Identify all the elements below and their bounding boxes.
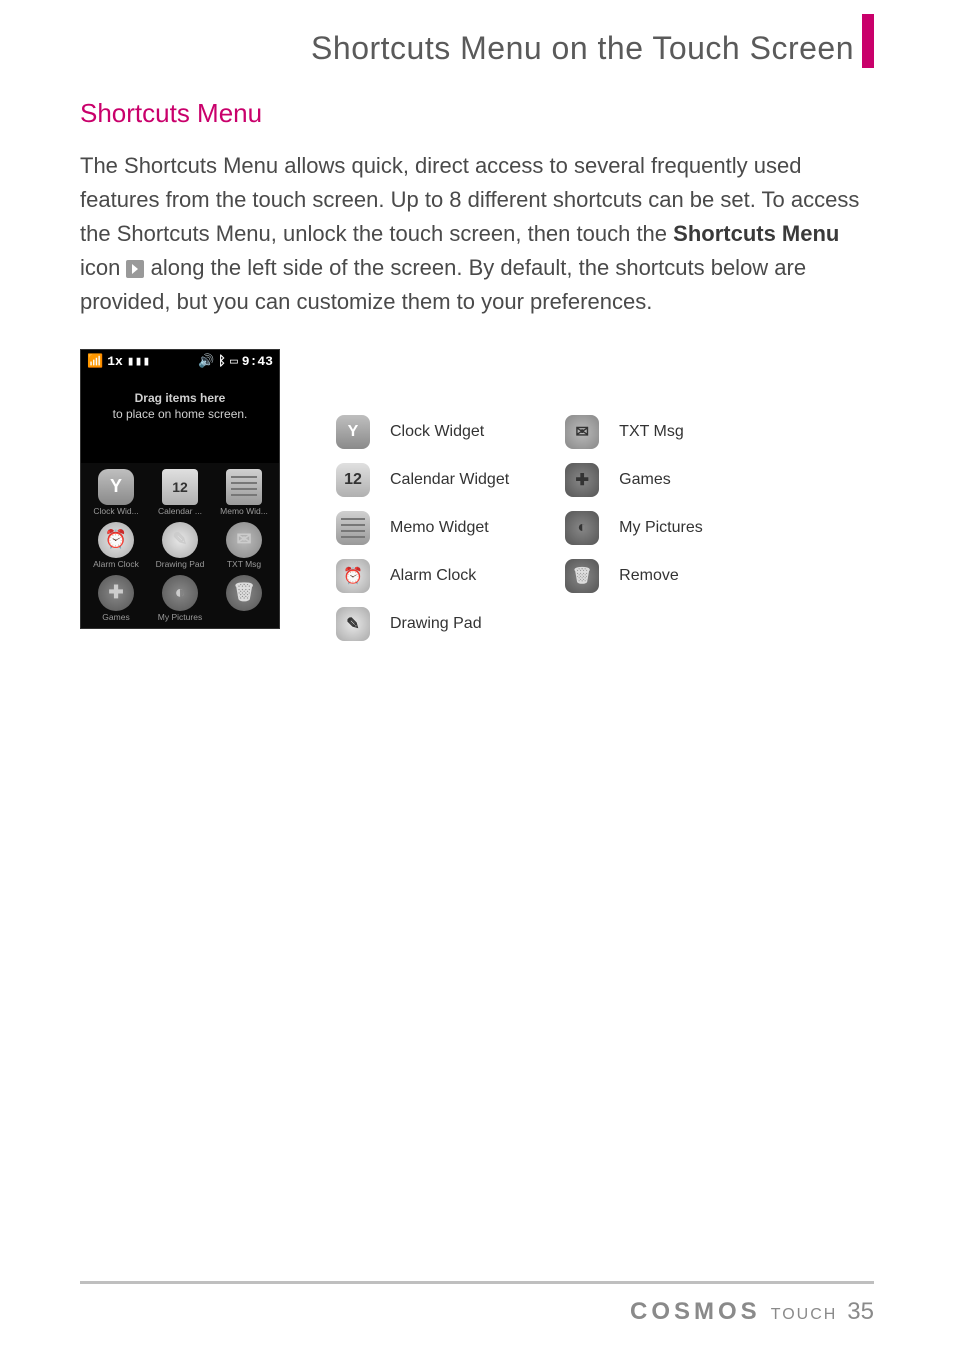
section-heading: Shortcuts Menu	[80, 98, 874, 129]
draw-icon: ✎	[162, 522, 198, 558]
footer-rule	[80, 1281, 874, 1284]
title-accent-bar	[862, 14, 874, 68]
legend-item-rem: 🗑 Remove	[565, 559, 703, 593]
shortcuts-menu-strong: Shortcuts Menu	[673, 221, 839, 246]
phone-shortcut-label: Drawing Pad	[149, 559, 211, 569]
page-title: Shortcuts Menu on the Touch Screen	[311, 30, 862, 68]
phone-shortcut-memo: Memo Wid...	[213, 467, 275, 518]
phone-shortcut-cal: 12Calendar ...	[149, 467, 211, 518]
legend-item-cal: 12 Calendar Widget	[336, 463, 509, 497]
signal-bars-icon: ▮▮▮	[127, 354, 150, 369]
brand-name: COSMOS	[630, 1298, 761, 1326]
bluetooth-icon: ᛒ	[218, 354, 226, 369]
memo-icon	[226, 469, 262, 505]
battery-icon: ▭	[230, 354, 238, 369]
phone-shortcut-draw: ✎Drawing Pad	[149, 520, 211, 571]
legend-label: My Pictures	[619, 519, 703, 537]
legend-item-txt: ✉ TXT Msg	[565, 415, 703, 449]
game-icon: ✚	[565, 463, 599, 497]
cal-icon: 12	[336, 463, 370, 497]
memo-icon	[336, 511, 370, 545]
legend-col-1: Y Clock Widget 12 Calendar Widget Memo Widge…	[336, 415, 509, 641]
phone-status-bar: 📶 1x ▮▮▮ 🔊 ᛒ ▭ 9:43	[81, 350, 279, 373]
footer: COSMOS TOUCH 35	[630, 1298, 874, 1326]
legend-label: Remove	[619, 567, 679, 585]
shortcuts-menu-inline-icon	[126, 260, 144, 278]
txt-icon: ✉	[565, 415, 599, 449]
legend-item-pic: ◐ My Pictures	[565, 511, 703, 545]
phone-shortcut-game: ✚Games	[85, 573, 147, 624]
phone-shortcut-pic: ◐My Pictures	[149, 573, 211, 624]
draw-icon: ✎	[336, 607, 370, 641]
drag-line-1: Drag items here	[89, 391, 271, 407]
legend-label: Games	[619, 471, 671, 489]
legend-label: Memo Widget	[390, 519, 489, 537]
phone-shortcut-label: Memo Wid...	[213, 506, 275, 516]
page-number: 35	[847, 1298, 874, 1326]
phone-shortcut-rem: 🗑	[213, 573, 275, 624]
game-icon: ✚	[98, 575, 134, 611]
legend-item-clock: Y Clock Widget	[336, 415, 509, 449]
legend-label: Clock Widget	[390, 423, 484, 441]
sound-icon: 🔊	[198, 354, 214, 369]
clock-icon: Y	[98, 469, 134, 505]
legend-label: TXT Msg	[619, 423, 684, 441]
phone-shortcut-clock: YClock Wid...	[85, 467, 147, 518]
phone-shortcut-label: Clock Wid...	[85, 506, 147, 516]
legend-item-alarm: ⏰ Alarm Clock	[336, 559, 509, 593]
clock-label: 9:43	[242, 354, 273, 369]
legend-item-game: ✚ Games	[565, 463, 703, 497]
rem-icon: 🗑	[226, 575, 262, 611]
cal-icon: 12	[162, 469, 198, 505]
alarm-icon: ⏰	[98, 522, 134, 558]
legend-label: Calendar Widget	[390, 471, 509, 489]
legend-label: Alarm Clock	[390, 567, 476, 585]
clock-icon: Y	[336, 415, 370, 449]
para-text-2: icon	[80, 255, 126, 280]
phone-shortcut-label: Alarm Clock	[85, 559, 147, 569]
phone-shortcut-grid: YClock Wid...12Calendar ...Memo Wid...⏰A…	[81, 463, 279, 628]
phone-screenshot: 📶 1x ▮▮▮ 🔊 ᛒ ▭ 9:43 Drag items here to p…	[80, 349, 280, 628]
brand-sub: TOUCH	[771, 1306, 838, 1324]
phone-drag-zone: Drag items here to place on home screen.	[81, 373, 279, 462]
intro-paragraph: The Shortcuts Menu allows quick, direct …	[80, 149, 874, 319]
alarm-icon: ⏰	[336, 559, 370, 593]
pic-icon: ◐	[565, 511, 599, 545]
txt-icon: ✉	[226, 522, 262, 558]
legend: Y Clock Widget 12 Calendar Widget Memo Widge…	[336, 349, 703, 641]
legend-item-draw: ✎ Drawing Pad	[336, 607, 509, 641]
phone-shortcut-label: Calendar ...	[149, 506, 211, 516]
legend-label: Drawing Pad	[390, 615, 482, 633]
phone-shortcut-label: Games	[85, 612, 147, 622]
rem-icon: 🗑	[565, 559, 599, 593]
phone-shortcut-txt: ✉TXT Msg	[213, 520, 275, 571]
pic-icon: ◐	[162, 575, 198, 611]
page-title-bar: Shortcuts Menu on the Touch Screen	[80, 30, 874, 68]
phone-shortcut-label: TXT Msg	[213, 559, 275, 569]
legend-col-2: ✉ TXT Msg ✚ Games ◐ My Pictures 🗑 Remove	[565, 415, 703, 641]
phone-shortcut-label: My Pictures	[149, 612, 211, 622]
signal-icon: 📶	[87, 354, 103, 369]
drag-line-2: to place on home screen.	[89, 407, 271, 423]
phone-shortcut-alarm: ⏰Alarm Clock	[85, 520, 147, 571]
legend-item-memo: Memo Widget	[336, 511, 509, 545]
network-label: 1x	[107, 354, 123, 369]
para-text-3: along the left side of the screen. By de…	[80, 255, 806, 314]
